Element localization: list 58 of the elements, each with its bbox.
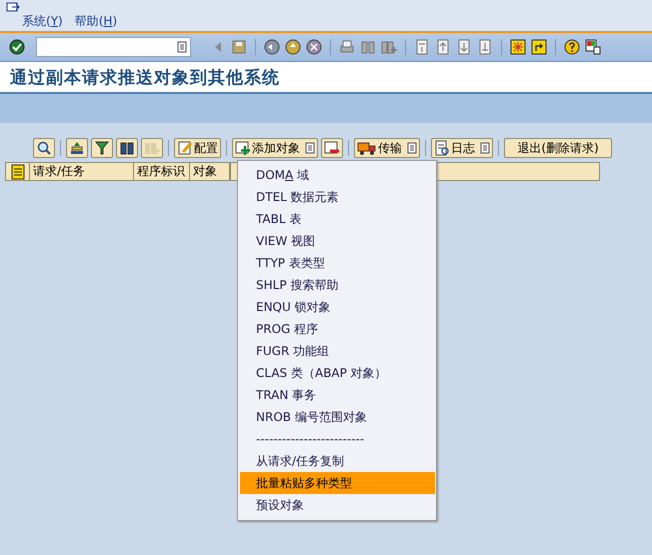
menu-icon[interactable] xyxy=(6,1,20,14)
menu-item[interactable]: TRAN 事务 xyxy=(240,384,435,406)
command-field[interactable] xyxy=(36,37,191,57)
add-icon xyxy=(235,140,251,156)
list-icon xyxy=(10,164,26,180)
filter-icon xyxy=(94,140,110,156)
dropdown-icon xyxy=(177,41,187,53)
save-icon[interactable] xyxy=(231,39,247,55)
menu-item[interactable]: VIEW 视图 xyxy=(240,230,435,252)
menu-item[interactable]: TABL 表 xyxy=(240,208,435,230)
toolbar-button[interactable]: 传输 xyxy=(354,138,420,158)
filter-button[interactable] xyxy=(91,138,113,158)
menu-item[interactable]: DTEL 数据元素 xyxy=(240,186,435,208)
detail-button[interactable] xyxy=(33,138,55,158)
page-icon[interactable] xyxy=(435,39,451,55)
menu-item[interactable]: SHLP 搜索帮助 xyxy=(240,274,435,296)
page-icon[interactable] xyxy=(477,39,493,55)
menu-item[interactable]: CLAS 类（ABAP 对象） xyxy=(240,362,435,384)
menu-item[interactable]: DOMA 域 xyxy=(240,164,435,186)
column-header[interactable]: 对象 xyxy=(190,162,230,181)
menu-item[interactable]: TTYP 表类型 xyxy=(240,252,435,274)
new-window-icon[interactable] xyxy=(510,39,526,55)
menu-item[interactable]: 预设对象 xyxy=(240,494,435,516)
edit-icon xyxy=(177,140,193,156)
back-icon[interactable] xyxy=(264,39,280,55)
menu-item[interactable]: NROB 编号范围对象 xyxy=(240,406,435,428)
find-button[interactable] xyxy=(116,138,138,158)
shortcut-icon[interactable] xyxy=(531,39,547,55)
menu-item[interactable]: FUGR 功能组 xyxy=(240,340,435,362)
menu-item[interactable]: ------------------------- xyxy=(240,428,435,450)
menu-item[interactable]: 批量粘贴多种类型 xyxy=(240,472,435,494)
truck-icon xyxy=(357,140,377,156)
column-header[interactable]: 请求/任务 xyxy=(30,162,134,181)
page-title: 通过副本请求推送对象到其他系统 xyxy=(10,66,280,88)
menu-item[interactable]: 帮助(H) xyxy=(74,14,118,29)
toolbar-button[interactable]: 退出(删除请求) xyxy=(504,138,612,158)
delete-icon xyxy=(324,140,340,156)
menu-item[interactable]: PROG 程序 xyxy=(240,318,435,340)
print-icon[interactable] xyxy=(339,39,355,55)
menu-item[interactable]: 系统(Y) xyxy=(22,14,63,29)
enter-icon[interactable] xyxy=(9,39,25,55)
column-header[interactable]: 程序标识 xyxy=(134,162,190,181)
toolbar-button[interactable]: 添加对象 xyxy=(232,138,318,158)
help-icon[interactable] xyxy=(564,39,580,55)
document-icon xyxy=(434,140,450,156)
sort-icon xyxy=(69,140,85,156)
magnifier-icon xyxy=(36,140,52,156)
page-icon[interactable] xyxy=(414,39,430,55)
toolbar-button[interactable]: 日志 xyxy=(431,138,493,158)
select-all-button[interactable] xyxy=(5,162,30,181)
menu-item[interactable]: 从请求/任务复制 xyxy=(240,450,435,472)
sort-button[interactable] xyxy=(66,138,88,158)
page-icon[interactable] xyxy=(456,39,472,55)
menu-item[interactable]: ENQU 锁对象 xyxy=(240,296,435,318)
layout-icon[interactable] xyxy=(585,39,601,55)
toolbar-button[interactable]: 配置 xyxy=(174,138,221,158)
cancel-icon[interactable] xyxy=(306,39,322,55)
delete-button[interactable] xyxy=(321,138,343,158)
